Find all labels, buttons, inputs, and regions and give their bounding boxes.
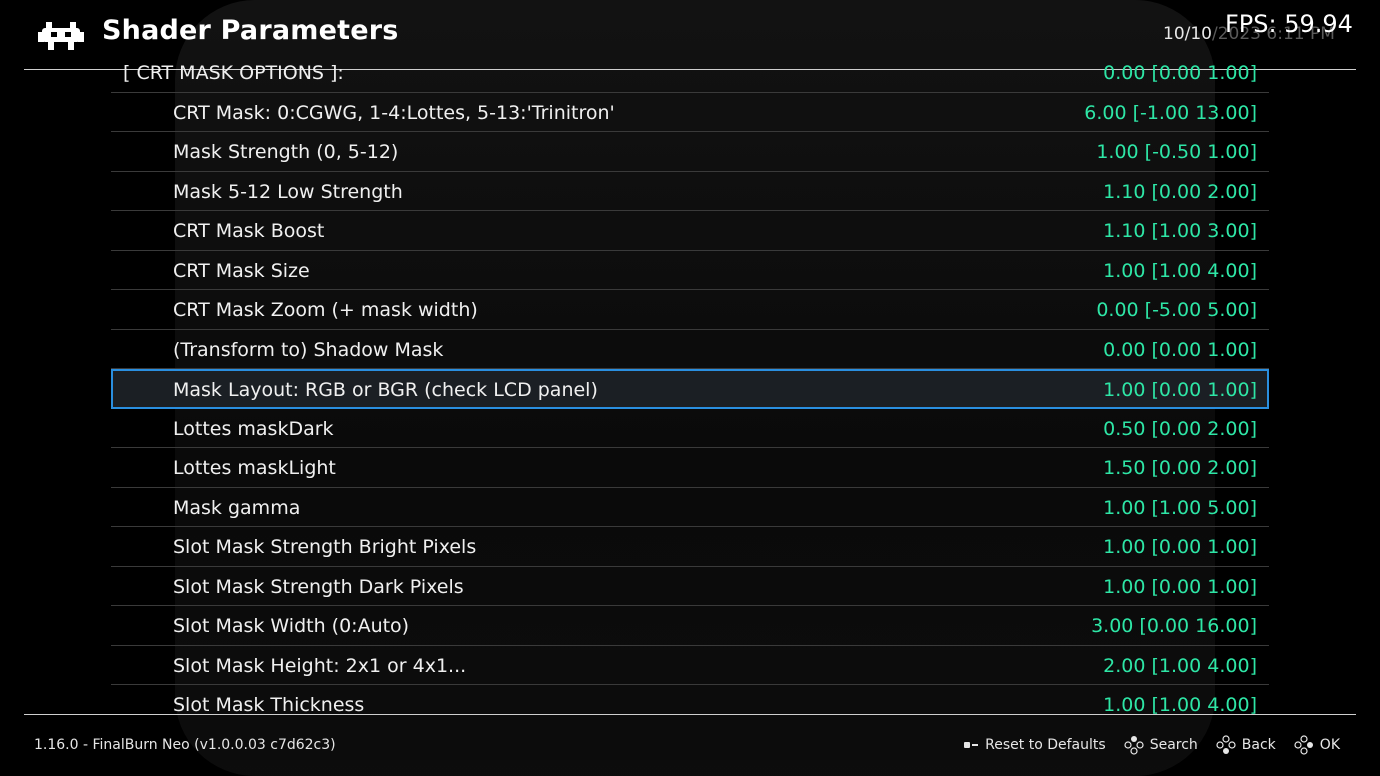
param-label: (Transform to) Shadow Mask bbox=[173, 338, 444, 361]
param-label: Mask Strength (0, 5-12) bbox=[173, 141, 399, 163]
search-button[interactable]: Search bbox=[1124, 735, 1198, 755]
retroarch-logo-icon bbox=[38, 22, 84, 50]
list-item[interactable]: Lottes maskDark 0.50 [0.00 2.00] bbox=[111, 409, 1269, 448]
param-label: Mask 5-12 Low Strength bbox=[173, 180, 403, 203]
ok-label: OK bbox=[1319, 737, 1340, 753]
param-value: 1.10 [1.00 3.00] bbox=[1103, 220, 1257, 242]
core-version-label: 1.16.0 - FinalBurn Neo (v1.0.0.03 c7d62c… bbox=[34, 737, 336, 753]
param-value: 1.00 [-0.50 1.00] bbox=[1096, 141, 1257, 163]
list-item-section-header[interactable]: [ CRT MASK OPTIONS ]: 0.00 [0.00 1.00] bbox=[111, 53, 1269, 93]
list-item[interactable]: Mask Strength (0, 5-12) 1.00 [-0.50 1.00… bbox=[111, 132, 1269, 172]
param-label: [ CRT MASK OPTIONS ]: bbox=[123, 62, 344, 84]
back-label: Back bbox=[1241, 737, 1276, 753]
page-title: Shader Parameters bbox=[102, 15, 399, 46]
param-value: 1.00 [1.00 4.00] bbox=[1103, 259, 1257, 282]
face-buttons-icon bbox=[1124, 736, 1144, 755]
param-value: 0.50 [0.00 2.00] bbox=[1103, 417, 1257, 440]
param-label: Slot Mask Strength Dark Pixels bbox=[173, 575, 464, 598]
list-item[interactable]: Mask gamma 1.00 [1.00 5.00] bbox=[111, 488, 1269, 527]
param-label: Mask gamma bbox=[173, 496, 301, 519]
param-value: 6.00 [-1.00 13.00] bbox=[1084, 101, 1257, 124]
list-item[interactable]: Slot Mask Thickness 1.00 [1.00 4.00] bbox=[111, 685, 1269, 714]
param-label: CRT Mask Zoom (+ mask width) bbox=[173, 299, 478, 321]
param-value: 0.00 [0.00 1.00] bbox=[1103, 62, 1257, 84]
param-label: Slot Mask Width (0:Auto) bbox=[173, 615, 410, 637]
reset-to-defaults-button[interactable]: Reset to Defaults bbox=[963, 737, 1106, 753]
param-value: 3.00 [0.00 16.00] bbox=[1091, 615, 1257, 637]
param-label: Slot Mask Thickness bbox=[173, 694, 365, 714]
param-value: 0.00 [0.00 1.00] bbox=[1103, 338, 1257, 361]
param-value: 1.00 [1.00 4.00] bbox=[1103, 694, 1257, 714]
param-value: 0.00 [-5.00 5.00] bbox=[1096, 299, 1257, 321]
param-value: 1.10 [0.00 2.00] bbox=[1103, 180, 1257, 203]
param-label: Slot Mask Strength Bright Pixels bbox=[173, 536, 477, 558]
fps-counter: FPS: 59.94 bbox=[1225, 10, 1353, 38]
param-label: Lottes maskDark bbox=[173, 417, 334, 440]
select-button-icon bbox=[964, 742, 979, 748]
list-item-selected[interactable]: Mask Layout: RGB or BGR (check LCD panel… bbox=[111, 369, 1269, 409]
face-buttons-icon bbox=[1294, 735, 1313, 755]
face-buttons-icon bbox=[1216, 735, 1236, 754]
list-item[interactable]: Mask 5-12 Low Strength 1.10 [0.00 2.00] bbox=[111, 172, 1269, 211]
param-value: 1.50 [0.00 2.00] bbox=[1103, 457, 1257, 479]
param-value: 1.00 [0.00 1.00] bbox=[1103, 536, 1257, 558]
footer-divider bbox=[24, 714, 1356, 715]
param-value: 1.00 [0.00 1.00] bbox=[1103, 575, 1257, 598]
param-label: CRT Mask Size bbox=[173, 259, 310, 282]
ok-button[interactable]: OK bbox=[1294, 735, 1340, 755]
list-item[interactable]: CRT Mask Zoom (+ mask width) 0.00 [-5.00… bbox=[111, 290, 1269, 330]
parameter-list[interactable]: [ CRT MASK OPTIONS ]: 0.00 [0.00 1.00] C… bbox=[111, 53, 1269, 714]
reset-label: Reset to Defaults bbox=[985, 737, 1106, 753]
param-label: Mask Layout: RGB or BGR (check LCD panel… bbox=[173, 379, 598, 401]
param-label: CRT Mask Boost bbox=[173, 220, 325, 242]
list-item[interactable]: Lottes maskLight 1.50 [0.00 2.00] bbox=[111, 448, 1269, 488]
list-item[interactable]: Slot Mask Strength Bright Pixels 1.00 [0… bbox=[111, 527, 1269, 567]
param-label: Slot Mask Height: 2x1 or 4x1... bbox=[173, 654, 467, 677]
list-item[interactable]: (Transform to) Shadow Mask 0.00 [0.00 1.… bbox=[111, 330, 1269, 369]
search-label: Search bbox=[1149, 737, 1198, 753]
param-value: 1.00 [0.00 1.00] bbox=[1103, 379, 1257, 401]
param-value: 2.00 [1.00 4.00] bbox=[1103, 654, 1257, 677]
back-button[interactable]: Back bbox=[1216, 735, 1276, 755]
clock-date: 10/10 bbox=[1163, 24, 1212, 44]
list-item[interactable]: Slot Mask Width (0:Auto) 3.00 [0.00 16.0… bbox=[111, 606, 1269, 646]
list-item[interactable]: Slot Mask Height: 2x1 or 4x1... 2.00 [1.… bbox=[111, 646, 1269, 685]
list-item[interactable]: CRT Mask Boost 1.10 [1.00 3.00] bbox=[111, 211, 1269, 251]
param-value: 1.00 [1.00 5.00] bbox=[1103, 496, 1257, 519]
screen: Shader Parameters 10/10/2023 6:11 PM FPS… bbox=[0, 0, 1380, 776]
list-item[interactable]: CRT Mask Size 1.00 [1.00 4.00] bbox=[111, 251, 1269, 290]
list-item[interactable]: Slot Mask Strength Dark Pixels 1.00 [0.0… bbox=[111, 567, 1269, 606]
list-item[interactable]: CRT Mask: 0:CGWG, 1-4:Lottes, 5-13:'Trin… bbox=[111, 93, 1269, 132]
param-label: Lottes maskLight bbox=[173, 457, 336, 479]
param-label: CRT Mask: 0:CGWG, 1-4:Lottes, 5-13:'Trin… bbox=[173, 101, 615, 124]
footer-actions: Reset to Defaults Search Back OK bbox=[963, 735, 1340, 755]
